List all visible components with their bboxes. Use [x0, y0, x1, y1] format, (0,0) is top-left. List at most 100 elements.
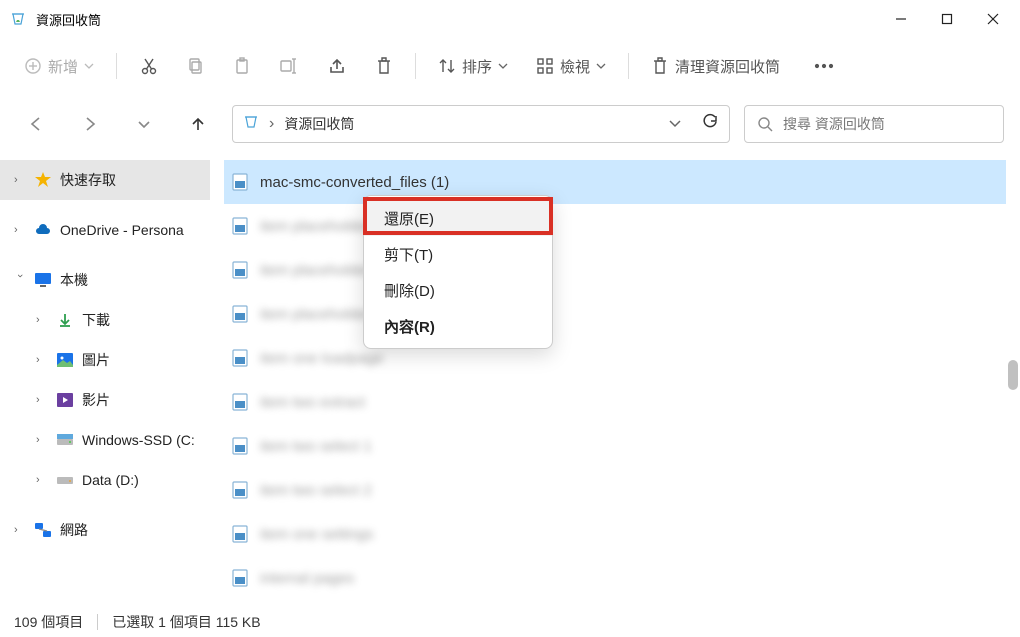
file-item[interactable]: item placeholder data [224, 204, 1006, 248]
chevron-right-icon: › [14, 174, 26, 186]
chevron-right-icon: › [14, 524, 26, 536]
sidebar-item-onedrive[interactable]: › OneDrive - Persona [0, 210, 210, 250]
file-name: internal pages [260, 570, 354, 587]
new-label: 新增 [48, 56, 78, 77]
sidebar-item-videos[interactable]: › 影片 [0, 380, 210, 420]
file-icon [232, 437, 250, 455]
file-list[interactable]: mac-smc-converted_files (1)item placehol… [210, 154, 1020, 607]
search-input[interactable]: 搜尋 資源回收筒 [744, 105, 1004, 143]
context-restore[interactable]: 還原(E) [364, 200, 552, 236]
recycle-bin-icon [10, 11, 26, 27]
sort-button[interactable]: 排序 [424, 48, 522, 85]
chevron-right-icon: › [14, 224, 26, 236]
context-properties[interactable]: 內容(R) [364, 308, 552, 344]
file-item[interactable]: internal pages [224, 556, 1006, 600]
sidebar-item-network[interactable]: › 網路 [0, 510, 210, 550]
chevron-down-icon[interactable] [669, 115, 681, 133]
new-button: 新增 [10, 48, 108, 85]
navbar: › 資源回收筒 搜尋 資源回收筒 [0, 94, 1020, 154]
address-bar[interactable]: › 資源回收筒 [232, 105, 730, 143]
sidebar-item-label: 影片 [82, 390, 110, 410]
chevron-right-icon: › [269, 115, 274, 133]
empty-recycle-label: 清理資源回收筒 [675, 56, 780, 77]
chevron-right-icon: › [36, 314, 48, 326]
sidebar-item-label: Windows-SSD (C: [82, 432, 195, 448]
file-item[interactable]: mac-smc-converted_files (1) [224, 160, 1006, 204]
search-placeholder: 搜尋 資源回收筒 [783, 114, 885, 134]
file-icon [232, 525, 250, 543]
sidebar-item-label: 圖片 [82, 350, 110, 370]
context-cut[interactable]: 剪下(T) [364, 236, 552, 272]
sidebar-item-this-pc[interactable]: › 本機 [0, 260, 210, 300]
sidebar-item-quick-access[interactable]: › 快速存取 [0, 160, 210, 200]
view-button[interactable]: 檢視 [522, 48, 620, 85]
monitor-icon [34, 271, 52, 289]
search-icon [757, 116, 773, 132]
scrollbar-thumb[interactable] [1008, 360, 1018, 390]
delete-button[interactable] [361, 48, 407, 84]
titlebar: 資源回收筒 [0, 0, 1020, 38]
file-icon [232, 173, 250, 191]
window-title: 資源回收筒 [36, 10, 101, 29]
forward-button[interactable] [70, 104, 110, 144]
file-icon [232, 261, 250, 279]
file-item[interactable]: item placeholder data [224, 248, 1006, 292]
network-icon [34, 521, 52, 539]
share-button[interactable] [313, 49, 361, 83]
breadcrumb[interactable]: 資源回收筒 [284, 114, 354, 134]
chevron-down-icon [84, 61, 94, 71]
copy-button [173, 49, 219, 83]
context-delete[interactable]: 刪除(D) [364, 272, 552, 308]
sidebar-item-drive-d[interactable]: › Data (D:) [0, 460, 210, 500]
file-name: item two select 1 [260, 438, 372, 455]
toolbar: 新增 排序 檢視 清理資源回收筒 [0, 38, 1020, 94]
file-icon [232, 481, 250, 499]
sidebar-item-label: 網路 [60, 520, 88, 540]
video-icon [56, 391, 74, 409]
back-button[interactable] [16, 104, 56, 144]
sidebar-item-label: 本機 [60, 270, 88, 290]
sidebar-item-label: 下載 [82, 310, 110, 330]
recent-button[interactable] [124, 104, 164, 144]
up-button[interactable] [178, 104, 218, 144]
file-icon [232, 305, 250, 323]
refresh-button[interactable] [701, 113, 719, 136]
sidebar-item-downloads[interactable]: › 下載 [0, 300, 210, 340]
star-icon [34, 171, 52, 189]
close-button[interactable] [970, 3, 1016, 35]
status-item-count: 109 個項目 [14, 612, 83, 632]
empty-recycle-button[interactable]: 清理資源回收筒 [637, 48, 794, 85]
view-label: 檢視 [560, 56, 590, 77]
file-item[interactable]: item one settings [224, 512, 1006, 556]
sidebar-item-label: OneDrive - Persona [60, 222, 184, 238]
file-item[interactable]: item one loadpage [224, 336, 1006, 380]
file-item[interactable]: item two select 1 [224, 424, 1006, 468]
chevron-right-icon: › [36, 394, 48, 406]
picture-icon [56, 351, 74, 369]
sidebar-item-label: 快速存取 [60, 170, 116, 190]
file-name: item two select 2 [260, 482, 372, 499]
chevron-down-icon [498, 61, 508, 71]
file-name: item two extract [260, 394, 365, 411]
paste-button [219, 49, 265, 83]
chevron-down-icon: › [14, 274, 26, 286]
maximize-button[interactable] [924, 3, 970, 35]
chevron-right-icon: › [36, 434, 48, 446]
more-button[interactable] [800, 55, 848, 77]
drive-icon [56, 431, 74, 449]
sidebar-item-pictures[interactable]: › 圖片 [0, 340, 210, 380]
chevron-right-icon: › [36, 354, 48, 366]
minimize-button[interactable] [878, 3, 924, 35]
file-item[interactable]: item two extract [224, 380, 1006, 424]
status-selection: 已選取 1 個項目 115 KB [112, 612, 260, 632]
file-icon [232, 217, 250, 235]
cut-button[interactable] [125, 48, 173, 84]
rename-button [265, 49, 313, 83]
sort-label: 排序 [462, 56, 492, 77]
status-bar: 109 個項目 已選取 1 個項目 115 KB [0, 607, 1020, 637]
download-icon [56, 311, 74, 329]
file-item[interactable]: item placeholder data [224, 292, 1006, 336]
file-item[interactable]: item two select 2 [224, 468, 1006, 512]
chevron-right-icon: › [36, 474, 48, 486]
sidebar-item-drive-c[interactable]: › Windows-SSD (C: [0, 420, 210, 460]
